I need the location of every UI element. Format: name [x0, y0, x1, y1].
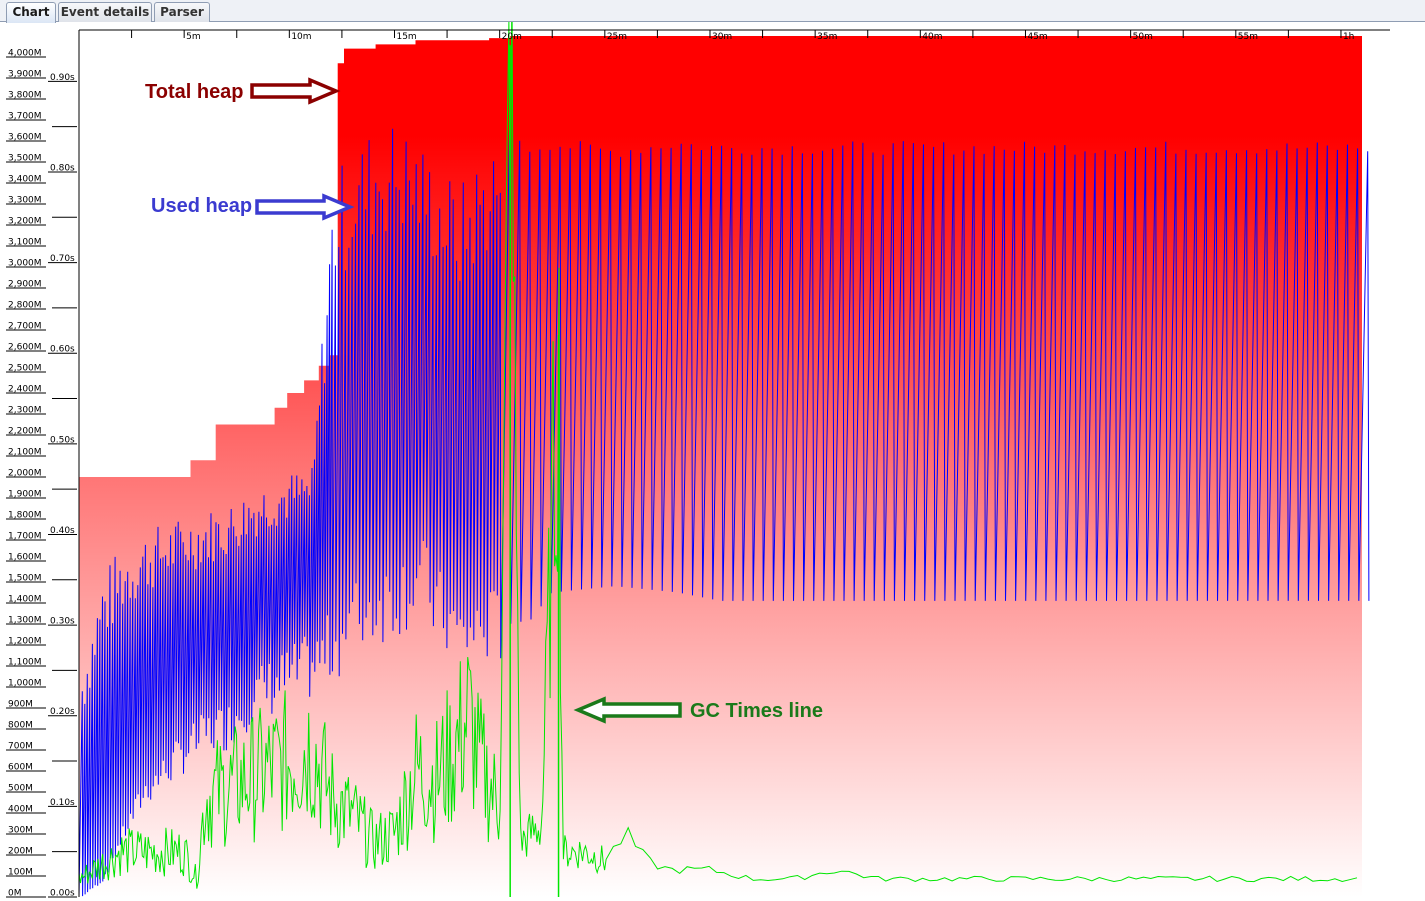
heap-tick-label: 1,700M: [8, 532, 42, 542]
heap-tick-label: 1,100M: [8, 658, 42, 668]
heap-tick-label: 2,600M: [8, 343, 42, 353]
heap-tick-label: 2,100M: [8, 448, 42, 458]
heap-tick-label: 3,700M: [8, 112, 42, 122]
x-tick-label: 45m: [1027, 32, 1047, 42]
heap-tick-label: 1,600M: [8, 553, 42, 563]
gc-times-label: GC Times line: [690, 700, 823, 722]
tab-event-details[interactable]: Event details: [58, 2, 152, 22]
x-tick-label: 55m: [1238, 32, 1258, 42]
gc-tick-label: 0.10s: [50, 798, 75, 808]
heap-tick-label: 2,300M: [8, 406, 42, 416]
heap-tick-label: 2,900M: [8, 280, 42, 290]
heap-tick-label: 2,800M: [8, 301, 42, 311]
tab-parser[interactable]: Parser: [154, 2, 210, 22]
x-tick-label: 40m: [922, 32, 942, 42]
heap-tick-label: 3,400M: [8, 175, 42, 185]
heap-tick-label: 2,000M: [8, 469, 42, 479]
x-tick-label: 5m: [186, 32, 201, 42]
gc-tick-label: 0.90s: [50, 73, 75, 83]
gc-tick-label: 0.60s: [50, 345, 75, 355]
gc-tick-label: 0.20s: [50, 707, 75, 717]
tab-bar: Chart Event details Parser: [0, 0, 1425, 23]
gc-tick-label: 0.50s: [50, 435, 75, 445]
total-heap-arrow-icon: [250, 77, 341, 105]
total-heap-label: Total heap: [145, 81, 244, 103]
heap-tick-label: 600M: [8, 763, 33, 773]
gc-tick-label: 0.70s: [50, 254, 75, 264]
heap-tick-label: 3,000M: [8, 259, 42, 269]
used-heap-label: Used heap: [151, 195, 252, 217]
x-tick-label: 15m: [396, 32, 416, 42]
heap-tick-label: 1,000M: [8, 679, 42, 689]
heap-tick-label: 3,600M: [8, 133, 42, 143]
heap-tick-label: 1,400M: [8, 595, 42, 605]
heap-tick-label: 2,200M: [8, 427, 42, 437]
heap-tick-label: 1,900M: [8, 490, 42, 500]
heap-tick-label: 1,200M: [8, 637, 42, 647]
tab-chart[interactable]: Chart: [6, 2, 56, 23]
heap-tick-label: 1,500M: [8, 574, 42, 584]
gc-times-arrow-icon: [573, 696, 682, 724]
heap-tick-label: 3,100M: [8, 238, 42, 248]
heap-tick-label: 400M: [8, 805, 33, 815]
heap-tick-label: 200M: [8, 847, 33, 857]
heap-tick-label: 300M: [8, 826, 33, 836]
x-tick-label: 25m: [607, 32, 627, 42]
heap-tick-label: 500M: [8, 784, 33, 794]
used-heap-arrow-icon: [255, 193, 355, 221]
gc-tick-label: 0.80s: [50, 163, 75, 173]
x-tick-label: 30m: [712, 32, 732, 42]
heap-tick-label: 3,300M: [8, 196, 42, 206]
gc-tick-label: 0.40s: [50, 526, 75, 536]
heap-tick-label: 4,000M: [8, 49, 42, 59]
heap-tick-label: 0M: [8, 889, 22, 899]
heap-tick-label: 1,800M: [8, 511, 42, 521]
heap-tick-label: 2,400M: [8, 385, 42, 395]
heap-tick-label: 2,700M: [8, 322, 42, 332]
heap-tick-label: 2,500M: [8, 364, 42, 374]
x-tick-label: 10m: [291, 32, 311, 42]
heap-tick-label: 100M: [8, 868, 33, 878]
x-tick-label: 1h: [1343, 32, 1354, 42]
heap-tick-label: 3,800M: [8, 91, 42, 101]
gc-tick-label: 0.30s: [50, 617, 75, 627]
heap-tick-label: 3,200M: [8, 217, 42, 227]
heap-tick-label: 3,900M: [8, 70, 42, 80]
x-tick-label: 50m: [1133, 32, 1153, 42]
x-tick-label: 35m: [817, 32, 837, 42]
heap-tick-label: 700M: [8, 742, 33, 752]
heap-tick-label: 900M: [8, 700, 33, 710]
gc-tick-label: 0.00s: [50, 889, 75, 899]
heap-tick-label: 1,300M: [8, 616, 42, 626]
heap-tick-label: 800M: [8, 721, 33, 731]
heap-tick-label: 3,500M: [8, 154, 42, 164]
x-tick-label: 20m: [502, 32, 522, 42]
gc-chart: 5m 10m 15m 20m 25m 30m 35m 40m 45m 50m 55m 1h 0M 100M…: [6, 22, 1390, 899]
